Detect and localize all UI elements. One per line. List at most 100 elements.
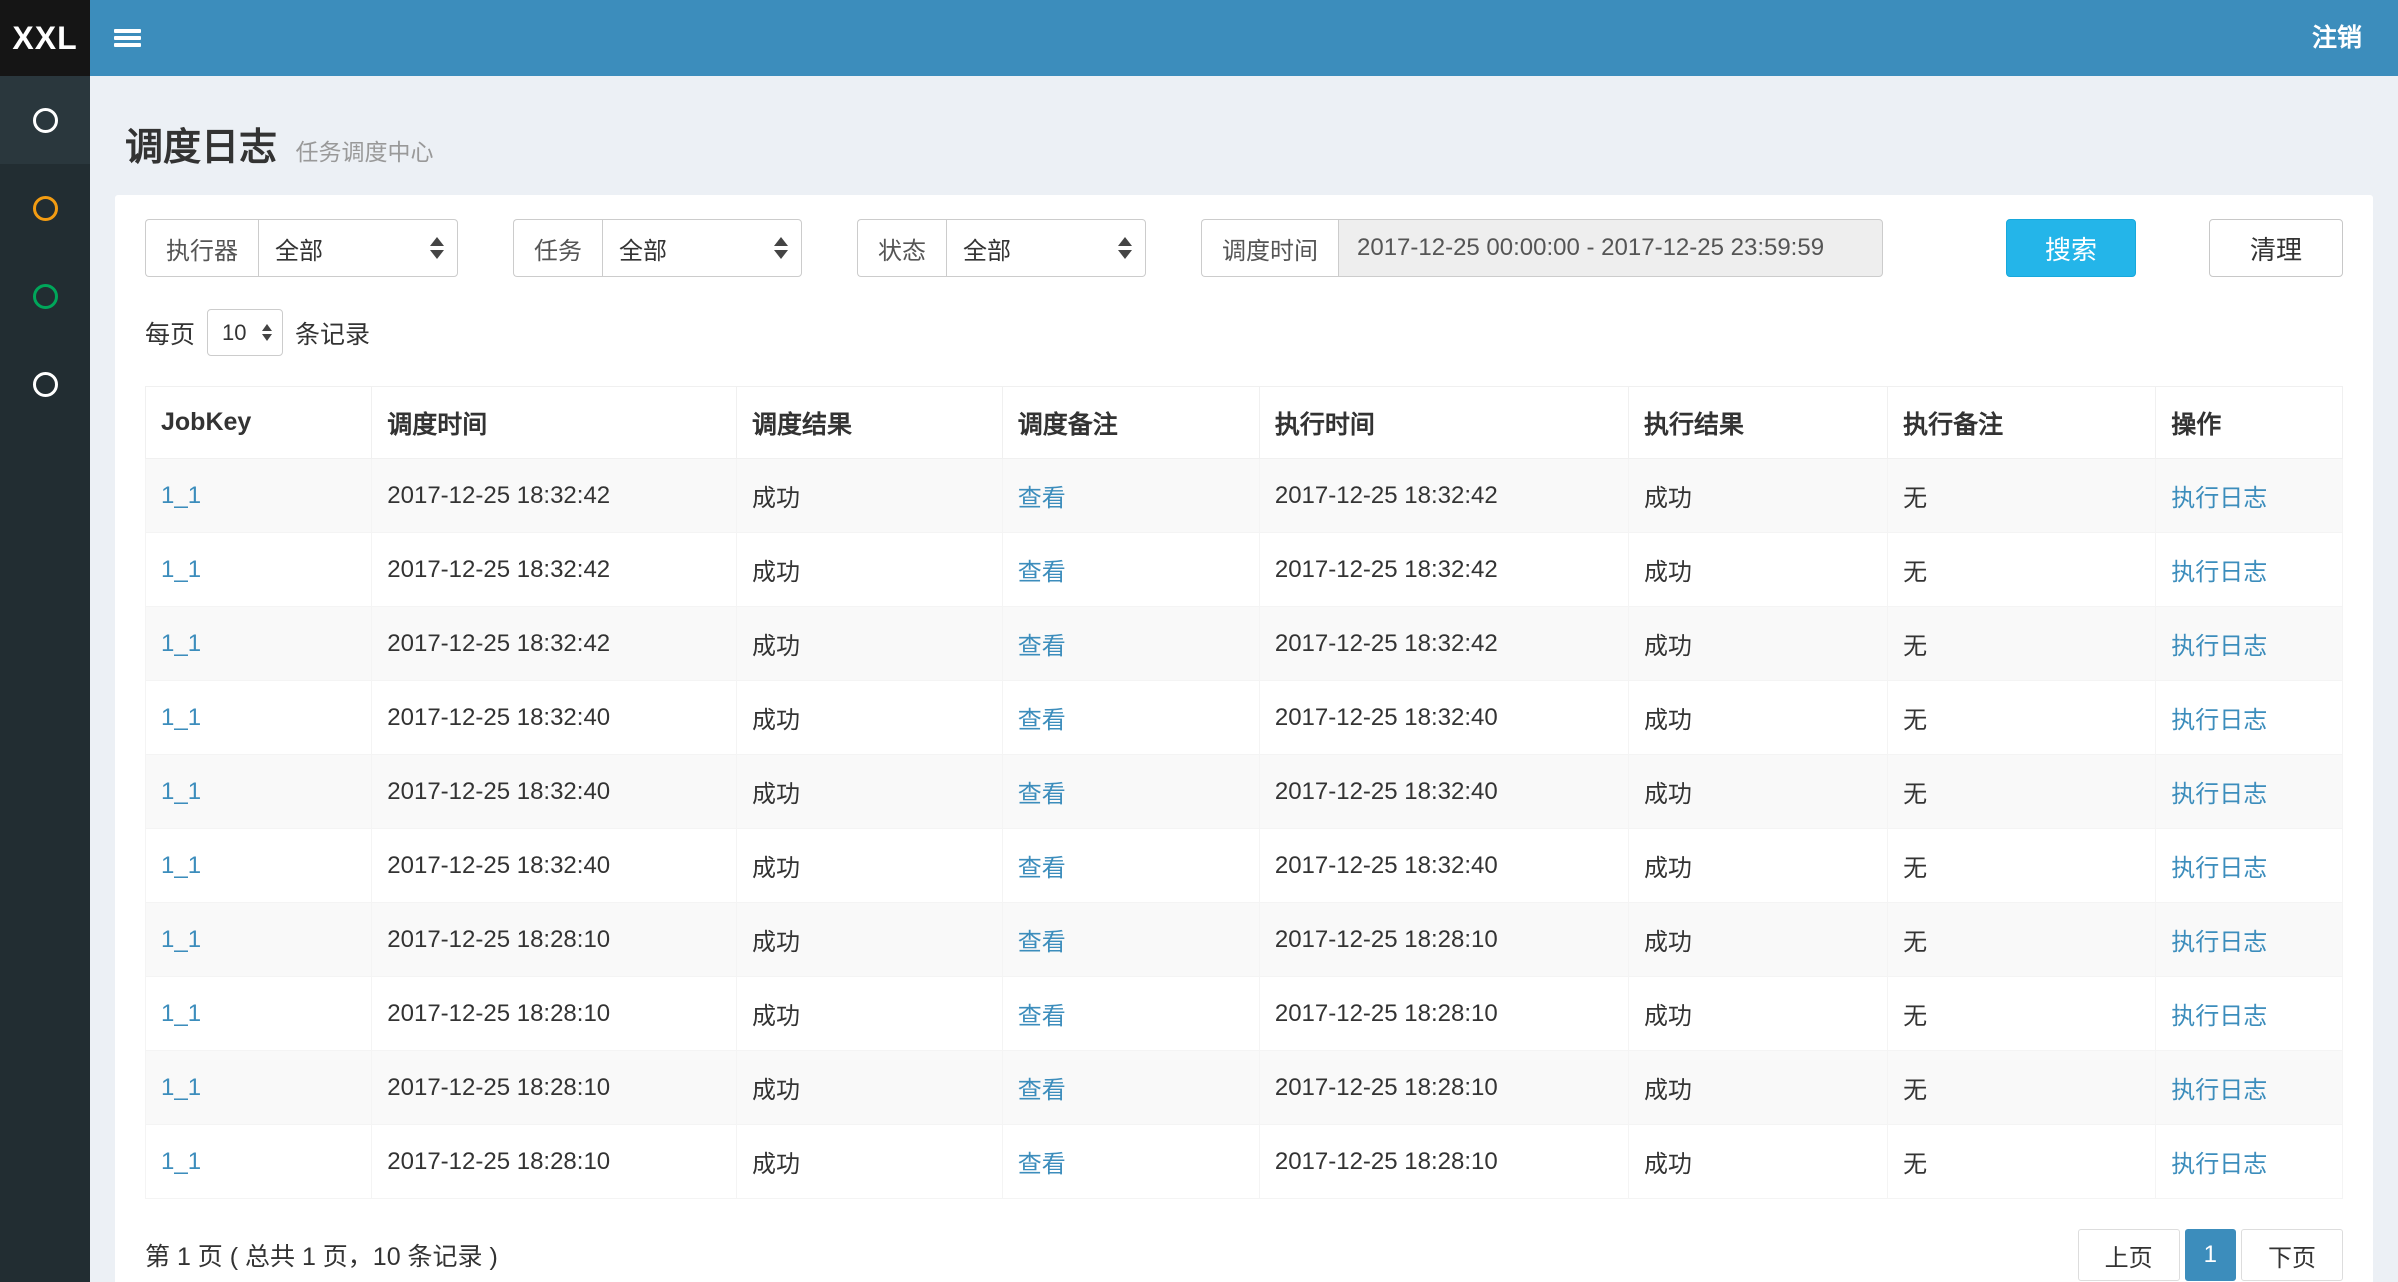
time-filter-label: 调度时间 [1201,219,1338,277]
select-stepper-icon [262,324,272,341]
exec-log-link[interactable]: 执行日志 [2171,633,2267,660]
view-remark-link[interactable]: 查看 [1018,559,1066,586]
sidebar-item-2[interactable] [0,164,90,252]
dispatch-time-cell: 2017-12-25 18:32:40 [372,681,737,755]
dispatch-remark-cell: 查看 [1002,977,1259,1051]
status-select-value: 全部 [963,231,1011,266]
page-number-button[interactable]: 1 [2185,1229,2236,1281]
exec-result-cell: 成功 [1628,755,1887,829]
column-header-dispatch-time: 调度时间 [372,387,737,459]
exec-time-cell: 2017-12-25 18:32:42 [1259,459,1628,533]
content-box: 执行器 全部 任务 全部 状态 全部 [115,195,2373,1282]
sidebar-toggle-button[interactable] [90,0,164,76]
exec-time-cell: 2017-12-25 18:32:40 [1259,681,1628,755]
view-remark-link[interactable]: 查看 [1018,1151,1066,1178]
dispatch-result-cell: 成功 [736,1051,1002,1125]
jobkey-link[interactable]: 1_1 [161,1074,201,1101]
exec-remark-cell: 无 [1888,681,2156,755]
dispatch-remark-cell: 查看 [1002,459,1259,533]
app-logo[interactable]: XXL [0,0,90,76]
jobkey-link[interactable]: 1_1 [161,1000,201,1027]
jobkey-cell: 1_1 [146,681,372,755]
select-stepper-icon [1118,237,1132,259]
page-size-value: 10 [222,320,246,346]
clear-button[interactable]: 清理 [2209,219,2343,277]
jobkey-cell: 1_1 [146,533,372,607]
dispatch-result-cell: 成功 [736,977,1002,1051]
view-remark-link[interactable]: 查看 [1018,1077,1066,1104]
jobkey-link[interactable]: 1_1 [161,704,201,731]
dispatch-time-cell: 2017-12-25 18:28:10 [372,1125,737,1199]
logout-link[interactable]: 注销 [2276,0,2398,76]
sidebar-item-3[interactable] [0,252,90,340]
exec-remark-cell: 无 [1888,829,2156,903]
view-remark-link[interactable]: 查看 [1018,855,1066,882]
jobkey-link[interactable]: 1_1 [161,926,201,953]
jobkey-link[interactable]: 1_1 [161,852,201,879]
dispatch-remark-cell: 查看 [1002,829,1259,903]
executor-select[interactable]: 全部 [258,219,458,277]
exec-result-cell: 成功 [1628,1125,1887,1199]
time-range-input[interactable] [1338,219,1883,277]
executor-select-value: 全部 [275,231,323,266]
exec-remark-cell: 无 [1888,459,2156,533]
jobkey-link[interactable]: 1_1 [161,482,201,509]
jobkey-link[interactable]: 1_1 [161,1148,201,1175]
exec-log-link[interactable]: 执行日志 [2171,1003,2267,1030]
action-cell: 执行日志 [2156,755,2343,829]
dispatch-result-cell: 成功 [736,533,1002,607]
exec-log-link[interactable]: 执行日志 [2171,1077,2267,1104]
column-header-action: 操作 [2156,387,2343,459]
jobkey-link[interactable]: 1_1 [161,630,201,657]
circle-icon [33,108,58,133]
page-size-prefix: 每页 [145,315,195,351]
table-row: 1_1 2017-12-25 18:32:42 成功 查看 2017-12-25… [146,607,2343,681]
table-row: 1_1 2017-12-25 18:28:10 成功 查看 2017-12-25… [146,1125,2343,1199]
exec-log-link[interactable]: 执行日志 [2171,559,2267,586]
table-row: 1_1 2017-12-25 18:32:42 成功 查看 2017-12-25… [146,459,2343,533]
column-header-exec-result: 执行结果 [1628,387,1887,459]
page-subtitle: 任务调度中心 [295,139,433,165]
exec-log-link[interactable]: 执行日志 [2171,707,2267,734]
table-row: 1_1 2017-12-25 18:32:40 成功 查看 2017-12-25… [146,755,2343,829]
view-remark-link[interactable]: 查看 [1018,1003,1066,1030]
page-size-select[interactable]: 10 [207,309,283,356]
exec-log-link[interactable]: 执行日志 [2171,1151,2267,1178]
exec-result-cell: 成功 [1628,533,1887,607]
exec-log-link[interactable]: 执行日志 [2171,485,2267,512]
prev-page-button[interactable]: 上页 [2078,1229,2180,1281]
job-select[interactable]: 全部 [602,219,802,277]
jobkey-cell: 1_1 [146,459,372,533]
exec-result-cell: 成功 [1628,903,1887,977]
jobkey-cell: 1_1 [146,1051,372,1125]
exec-remark-cell: 无 [1888,607,2156,681]
exec-remark-cell: 无 [1888,1125,2156,1199]
dispatch-remark-cell: 查看 [1002,607,1259,681]
jobkey-link[interactable]: 1_1 [161,556,201,583]
pagination-info: 第 1 页 ( 总共 1 页，10 条记录 ) [145,1237,498,1273]
view-remark-link[interactable]: 查看 [1018,485,1066,512]
jobkey-link[interactable]: 1_1 [161,778,201,805]
exec-log-link[interactable]: 执行日志 [2171,929,2267,956]
executor-filter-label: 执行器 [145,219,258,277]
status-select[interactable]: 全部 [946,219,1146,277]
view-remark-link[interactable]: 查看 [1018,929,1066,956]
view-remark-link[interactable]: 查看 [1018,781,1066,808]
search-button[interactable]: 搜索 [2006,219,2136,277]
sidebar-item-1[interactable] [0,76,90,164]
sidebar-item-4[interactable] [0,340,90,428]
select-stepper-icon [430,237,444,259]
dispatch-time-cell: 2017-12-25 18:28:10 [372,1051,737,1125]
content-wrapper: 调度日志 任务调度中心 执行器 全部 任务 全部 状态 [90,0,2398,1282]
action-cell: 执行日志 [2156,459,2343,533]
exec-log-link[interactable]: 执行日志 [2171,781,2267,808]
exec-log-link[interactable]: 执行日志 [2171,855,2267,882]
top-navbar: XXL 注销 [0,0,2398,76]
view-remark-link[interactable]: 查看 [1018,707,1066,734]
view-remark-link[interactable]: 查看 [1018,633,1066,660]
action-cell: 执行日志 [2156,607,2343,681]
action-cell: 执行日志 [2156,533,2343,607]
next-page-button[interactable]: 下页 [2241,1229,2343,1281]
pagination: 上页 1 下页 [2078,1229,2343,1281]
circle-icon [33,284,58,309]
